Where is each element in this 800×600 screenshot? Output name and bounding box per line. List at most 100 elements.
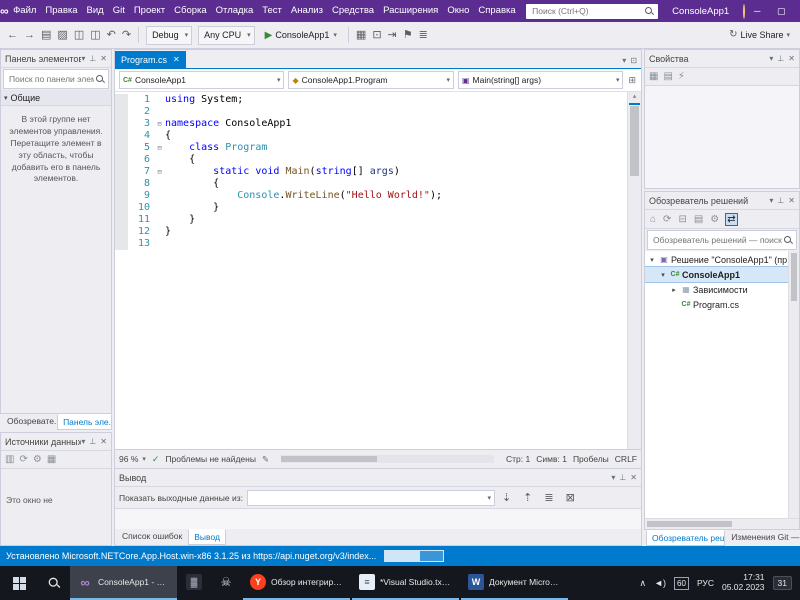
open-file-icon[interactable]: ▨	[54, 29, 70, 41]
redo-icon[interactable]: ↷	[119, 29, 134, 41]
chevron-down-icon[interactable]: ▾	[81, 437, 85, 446]
code-line[interactable]: 13	[115, 238, 628, 250]
language-indicator[interactable]: РУС	[697, 578, 714, 588]
solution-explorer-search[interactable]	[647, 230, 797, 250]
dock-tab[interactable]: Список ошибок	[117, 529, 187, 545]
editor-vertical-scrollbar[interactable]: ▴	[627, 92, 641, 449]
pin-icon[interactable]: ⊥	[89, 437, 96, 446]
solution-explorer-title-bar[interactable]: Обозреватель решений ▾ ⊥ ✕	[645, 192, 799, 210]
nav-forward-icon[interactable]: →	[21, 29, 38, 41]
scrollbar-thumb[interactable]	[630, 106, 639, 176]
document-tab-program-cs[interactable]: Program.cs ✕	[115, 51, 186, 68]
breakpoint-margin[interactable]	[115, 94, 128, 106]
code-line[interactable]: 3 ⊟ namespace ConsoleApp1	[115, 118, 628, 130]
code-line[interactable]: 11 }	[115, 214, 628, 226]
toolbox-title-bar[interactable]: Панель элементов ▾ ⊥ ✕	[1, 50, 111, 68]
show-all-files-icon[interactable]: ▤	[693, 214, 704, 225]
navbar-extra-icon[interactable]: ⊞	[625, 75, 639, 86]
nav-dropdown[interactable]: ◆ ConsoleApp1.Program ▾	[288, 71, 454, 89]
breakpoint-margin[interactable]	[115, 226, 128, 238]
maximize-button[interactable]: ▢	[769, 0, 793, 22]
dock-tab[interactable]: Обозреватель реше...	[646, 530, 726, 546]
problems-status[interactable]: Проблемы не найдены	[165, 454, 256, 464]
start-debugging-button[interactable]: ▶ ConsoleApp1 ▾	[261, 26, 341, 44]
close-icon[interactable]: ✕	[100, 437, 107, 446]
close-icon[interactable]: ✕	[630, 473, 637, 482]
code-line[interactable]: 10 }	[115, 202, 628, 214]
nav-backward-icon[interactable]: ←	[4, 29, 21, 41]
taskbar-item[interactable]: ☠	[211, 566, 241, 600]
close-icon[interactable]: ✕	[788, 54, 795, 63]
dock-tab[interactable]: Панель эле...	[57, 414, 112, 430]
nav-dropdown[interactable]: ▣ Main(string[] args) ▾	[457, 71, 624, 89]
breakpoint-margin[interactable]	[115, 178, 128, 190]
pin-icon[interactable]: ⊥	[777, 54, 784, 63]
menu-item[interactable]: Средства	[327, 0, 378, 22]
platform-dropdown[interactable]: Any CPU ▾	[198, 25, 255, 45]
menu-item[interactable]: Анализ	[286, 0, 327, 22]
tree-item[interactable]: ▾▣Решение "ConsoleApp1" (проекты: 1 из 1…	[645, 252, 799, 267]
properties-icon[interactable]: ⚙	[709, 214, 720, 225]
fold-collapse-icon[interactable]: ⊟	[154, 142, 165, 154]
code-editor[interactable]: 1 using System; 2 3 ⊟ namespace ConsoleApp1 4{…	[115, 92, 641, 449]
clock[interactable]: 17:31 05.02.2023	[722, 572, 765, 593]
solution-explorer-scrollbar[interactable]	[788, 251, 799, 518]
toolbox-search-input[interactable]	[7, 73, 96, 85]
editor-horizontal-scrollbar[interactable]	[281, 455, 495, 463]
breakpoint-margin[interactable]	[115, 154, 128, 166]
alphabetical-icon[interactable]: ▤	[663, 71, 672, 82]
breakpoint-margin[interactable]	[115, 118, 128, 130]
float-window-icon[interactable]: ⊡	[630, 56, 637, 65]
taskbar-item[interactable]: Y Обзор интегриров...	[243, 566, 350, 600]
menu-item[interactable]: Сборка	[170, 0, 212, 22]
scrollbar-thumb[interactable]	[281, 456, 377, 462]
pin-icon[interactable]: ⊥	[619, 473, 626, 482]
scroll-up-icon[interactable]: ▴	[628, 92, 641, 102]
bookmark-icon[interactable]: ⚑	[400, 29, 416, 41]
hidden-icons-chevron[interactable]: ∧	[640, 578, 647, 589]
breakpoint-margin[interactable]	[115, 142, 128, 154]
goto-previous-icon[interactable]: ⇡	[520, 486, 535, 510]
close-icon[interactable]: ✕	[788, 196, 795, 205]
breakpoint-margin[interactable]	[115, 166, 128, 178]
add-data-source-icon[interactable]: ▥	[5, 454, 14, 465]
code-line[interactable]: 4{	[115, 130, 628, 142]
notification-center-button[interactable]: 31	[772, 576, 792, 590]
save-all-icon[interactable]: ◫	[87, 29, 103, 41]
battery-indicator[interactable]: 60	[674, 576, 689, 590]
pin-icon[interactable]: ⊥	[89, 54, 96, 63]
expanded-icon[interactable]: ▾	[658, 271, 668, 279]
breakpoint-margin[interactable]	[115, 238, 128, 250]
close-button[interactable]: ✕	[793, 0, 800, 22]
dock-tab[interactable]: Вывод	[188, 529, 226, 545]
menu-item[interactable]: Расширения	[379, 0, 443, 22]
breakpoint-margin[interactable]	[115, 214, 128, 226]
code-line[interactable]: 9 Console.WriteLine("Hello World!");	[115, 190, 628, 202]
output-source-dropdown[interactable]: ▾	[246, 489, 495, 506]
menu-item[interactable]: Правка	[41, 0, 82, 22]
menu-item[interactable]: Окно	[443, 0, 474, 22]
toolbox-group-header[interactable]: ▾ Общие	[1, 90, 111, 106]
data-sources-title-bar[interactable]: Источники данных ▾ ⊥ ✕	[1, 433, 111, 451]
spaces-indicator[interactable]: Пробелы	[573, 454, 609, 464]
properties-grid[interactable]	[645, 86, 799, 188]
quick-launch-input[interactable]	[530, 5, 646, 17]
taskbar-search-button[interactable]	[38, 566, 70, 600]
indent-icon[interactable]: ⇥	[385, 29, 400, 41]
chevron-down-icon[interactable]: ▾	[769, 196, 773, 205]
configure-icon[interactable]: ▦	[47, 454, 56, 465]
edit-icon[interactable]: ⚙	[33, 454, 42, 465]
comment-icon[interactable]: ≣	[416, 29, 431, 41]
breakpoint-margin[interactable]	[115, 202, 128, 214]
menu-item[interactable]: Git	[108, 0, 129, 22]
properties-title-bar[interactable]: Свойства ▾ ⊥ ✕	[645, 50, 799, 68]
output-content[interactable]	[115, 509, 641, 529]
taskbar-item[interactable]: ∞ ConsoleApp1 - Mic...	[70, 566, 177, 600]
menu-item[interactable]: Тест	[258, 0, 287, 22]
line-ending-indicator[interactable]: CRLF	[615, 454, 637, 464]
code-line[interactable]: 1 using System;	[115, 94, 628, 106]
output-title-bar[interactable]: Вывод ▾ ⊥ ✕	[115, 469, 641, 487]
pencil-icon[interactable]: ✎	[262, 454, 269, 465]
chevron-down-icon[interactable]: ▾	[81, 54, 85, 63]
breakpoint-margin[interactable]	[115, 106, 128, 118]
